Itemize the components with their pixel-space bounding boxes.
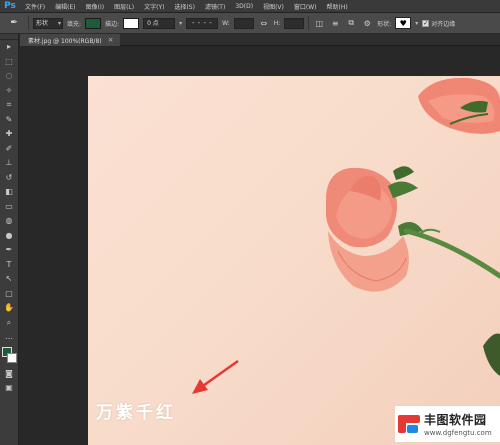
chevron-down-icon[interactable]: ▾ (179, 20, 182, 27)
width-label: W: (222, 19, 230, 27)
path-arrangement-icon[interactable]: ⧉ (345, 17, 357, 29)
pen-tool-icon[interactable]: ✒ (0, 243, 18, 258)
menu-window[interactable]: 窗口(W) (289, 2, 322, 11)
brush-tool-icon[interactable]: ✐ (0, 142, 18, 157)
screen-mode-icon[interactable]: ▣ (0, 381, 18, 396)
close-icon[interactable]: × (108, 36, 114, 44)
move-tool-icon[interactable]: ▸ (0, 40, 18, 55)
shape-label: 形状: (377, 20, 392, 28)
stroke-label: 描边: (105, 20, 120, 28)
stroke-type-select[interactable]: - - - - (186, 17, 219, 29)
workspace: 万紫千红 (20, 47, 500, 445)
fill-label: 填充: (67, 20, 82, 28)
path-select-tool-icon[interactable]: ↖ (0, 272, 18, 287)
marquee-tool-icon[interactable]: ⬚ (0, 55, 18, 70)
hand-tool-icon[interactable]: ✋ (0, 301, 18, 316)
shape-tool-icon[interactable]: ▢ (0, 287, 18, 302)
fill-color-swatch[interactable] (85, 17, 102, 29)
stamp-tool-icon[interactable]: ⊥ (0, 156, 18, 171)
stroke-color-swatch[interactable] (123, 17, 140, 29)
tools-panel: ▸ ⬚ ◌ ✧ ⌗ ✎ ✚ ✐ ⊥ ↺ ◧ ▭ ◍ ● ✒ T ↖ ▢ ✋ ⌕… ◙ ▣ (0, 34, 19, 445)
more-tools-icon[interactable]: … (0, 330, 18, 345)
height-label: H: (273, 19, 281, 27)
menu-edit[interactable]: 编辑(E) (50, 2, 80, 11)
lasso-tool-icon[interactable]: ◌ (0, 69, 18, 84)
history-brush-tool-icon[interactable]: ↺ (0, 171, 18, 186)
options-bar: ✒ 形状 填充: 描边: 0 点 ▾ - - - - W: ⇔ H: ◫ ≡ ⧉… (0, 13, 500, 34)
custom-shape-picker[interactable]: ♥ (395, 17, 412, 29)
rose-top-right (418, 77, 500, 134)
magic-wand-tool-icon[interactable]: ✧ (0, 84, 18, 99)
menu-view[interactable]: 视图(V) (258, 2, 289, 11)
divider (28, 16, 29, 30)
eraser-tool-icon[interactable]: ◧ (0, 185, 18, 200)
tool-preset-picker[interactable]: ✒ (4, 16, 24, 31)
background-color[interactable] (7, 352, 17, 363)
image-canvas[interactable]: 万紫千红 (88, 76, 500, 445)
menu-type[interactable]: 文字(Y) (139, 2, 169, 11)
document-tab[interactable]: 素材.jpg @ 100%(RGB/8) × (20, 34, 120, 46)
menu-layer[interactable]: 图层(L) (109, 2, 139, 11)
type-tool-icon[interactable]: T (0, 258, 18, 273)
rose-middle (326, 166, 500, 292)
gear-icon[interactable]: ⚙ (361, 17, 373, 29)
width-field[interactable] (233, 17, 254, 29)
path-alignment-icon[interactable]: ≡ (329, 17, 341, 29)
site-logo-mark (398, 413, 420, 435)
menu-3d[interactable]: 3D(D) (230, 3, 258, 10)
align-edges-checkbox[interactable]: ✓ (422, 19, 430, 27)
heart-icon: ♥ (399, 18, 407, 28)
align-edges-label: 对齐边缘 (431, 20, 456, 28)
site-logo-title: 丰图软件园 (424, 413, 487, 427)
pen-icon: ✒ (10, 18, 18, 28)
zoom-tool-icon[interactable]: ⌕ (0, 316, 18, 331)
divider (308, 16, 310, 30)
menu-image[interactable]: 图像(I) (81, 2, 109, 11)
color-swatches (0, 345, 18, 367)
menu-help[interactable]: 帮助(H) (322, 2, 353, 11)
chevron-down-icon[interactable]: ▾ (415, 20, 418, 27)
height-field[interactable] (284, 17, 305, 29)
quick-mask-icon[interactable]: ◙ (0, 367, 18, 382)
watermark-text: 万紫千红 (96, 403, 176, 423)
menu-select[interactable]: 选择(S) (169, 2, 200, 11)
menu-filter[interactable]: 滤镜(T) (200, 2, 230, 11)
photoshop-logo: Ps (4, 1, 16, 11)
blur-tool-icon[interactable]: ◍ (0, 214, 18, 229)
path-operations-icon[interactable]: ◫ (313, 17, 325, 29)
menu-bar: Ps 文件(F) 编辑(E) 图像(I) 图层(L) 文字(Y) 选择(S) 滤… (0, 0, 500, 13)
eyedropper-tool-icon[interactable]: ✎ (0, 113, 18, 128)
leaf (483, 333, 500, 376)
red-arrow (192, 359, 239, 394)
link-icon[interactable]: ⇔ (258, 17, 270, 29)
crop-tool-icon[interactable]: ⌗ (0, 98, 18, 113)
site-logo-url: www.dgfengtu.com (424, 429, 492, 437)
stroke-width-field[interactable]: 0 点 (143, 17, 176, 29)
gradient-tool-icon[interactable]: ▭ (0, 200, 18, 215)
document-title: 素材.jpg @ 100%(RGB/8) (28, 37, 102, 45)
rose-photo (192, 77, 500, 394)
healing-tool-icon[interactable]: ✚ (0, 127, 18, 142)
tool-mode-select[interactable]: 形状 (33, 17, 63, 29)
site-logo: 丰图软件园 www.dgfengtu.com (395, 406, 500, 442)
dodge-tool-icon[interactable]: ● (0, 229, 18, 244)
menu-file[interactable]: 文件(F) (20, 2, 50, 11)
document-tabs: 素材.jpg @ 100%(RGB/8) × (20, 34, 500, 46)
